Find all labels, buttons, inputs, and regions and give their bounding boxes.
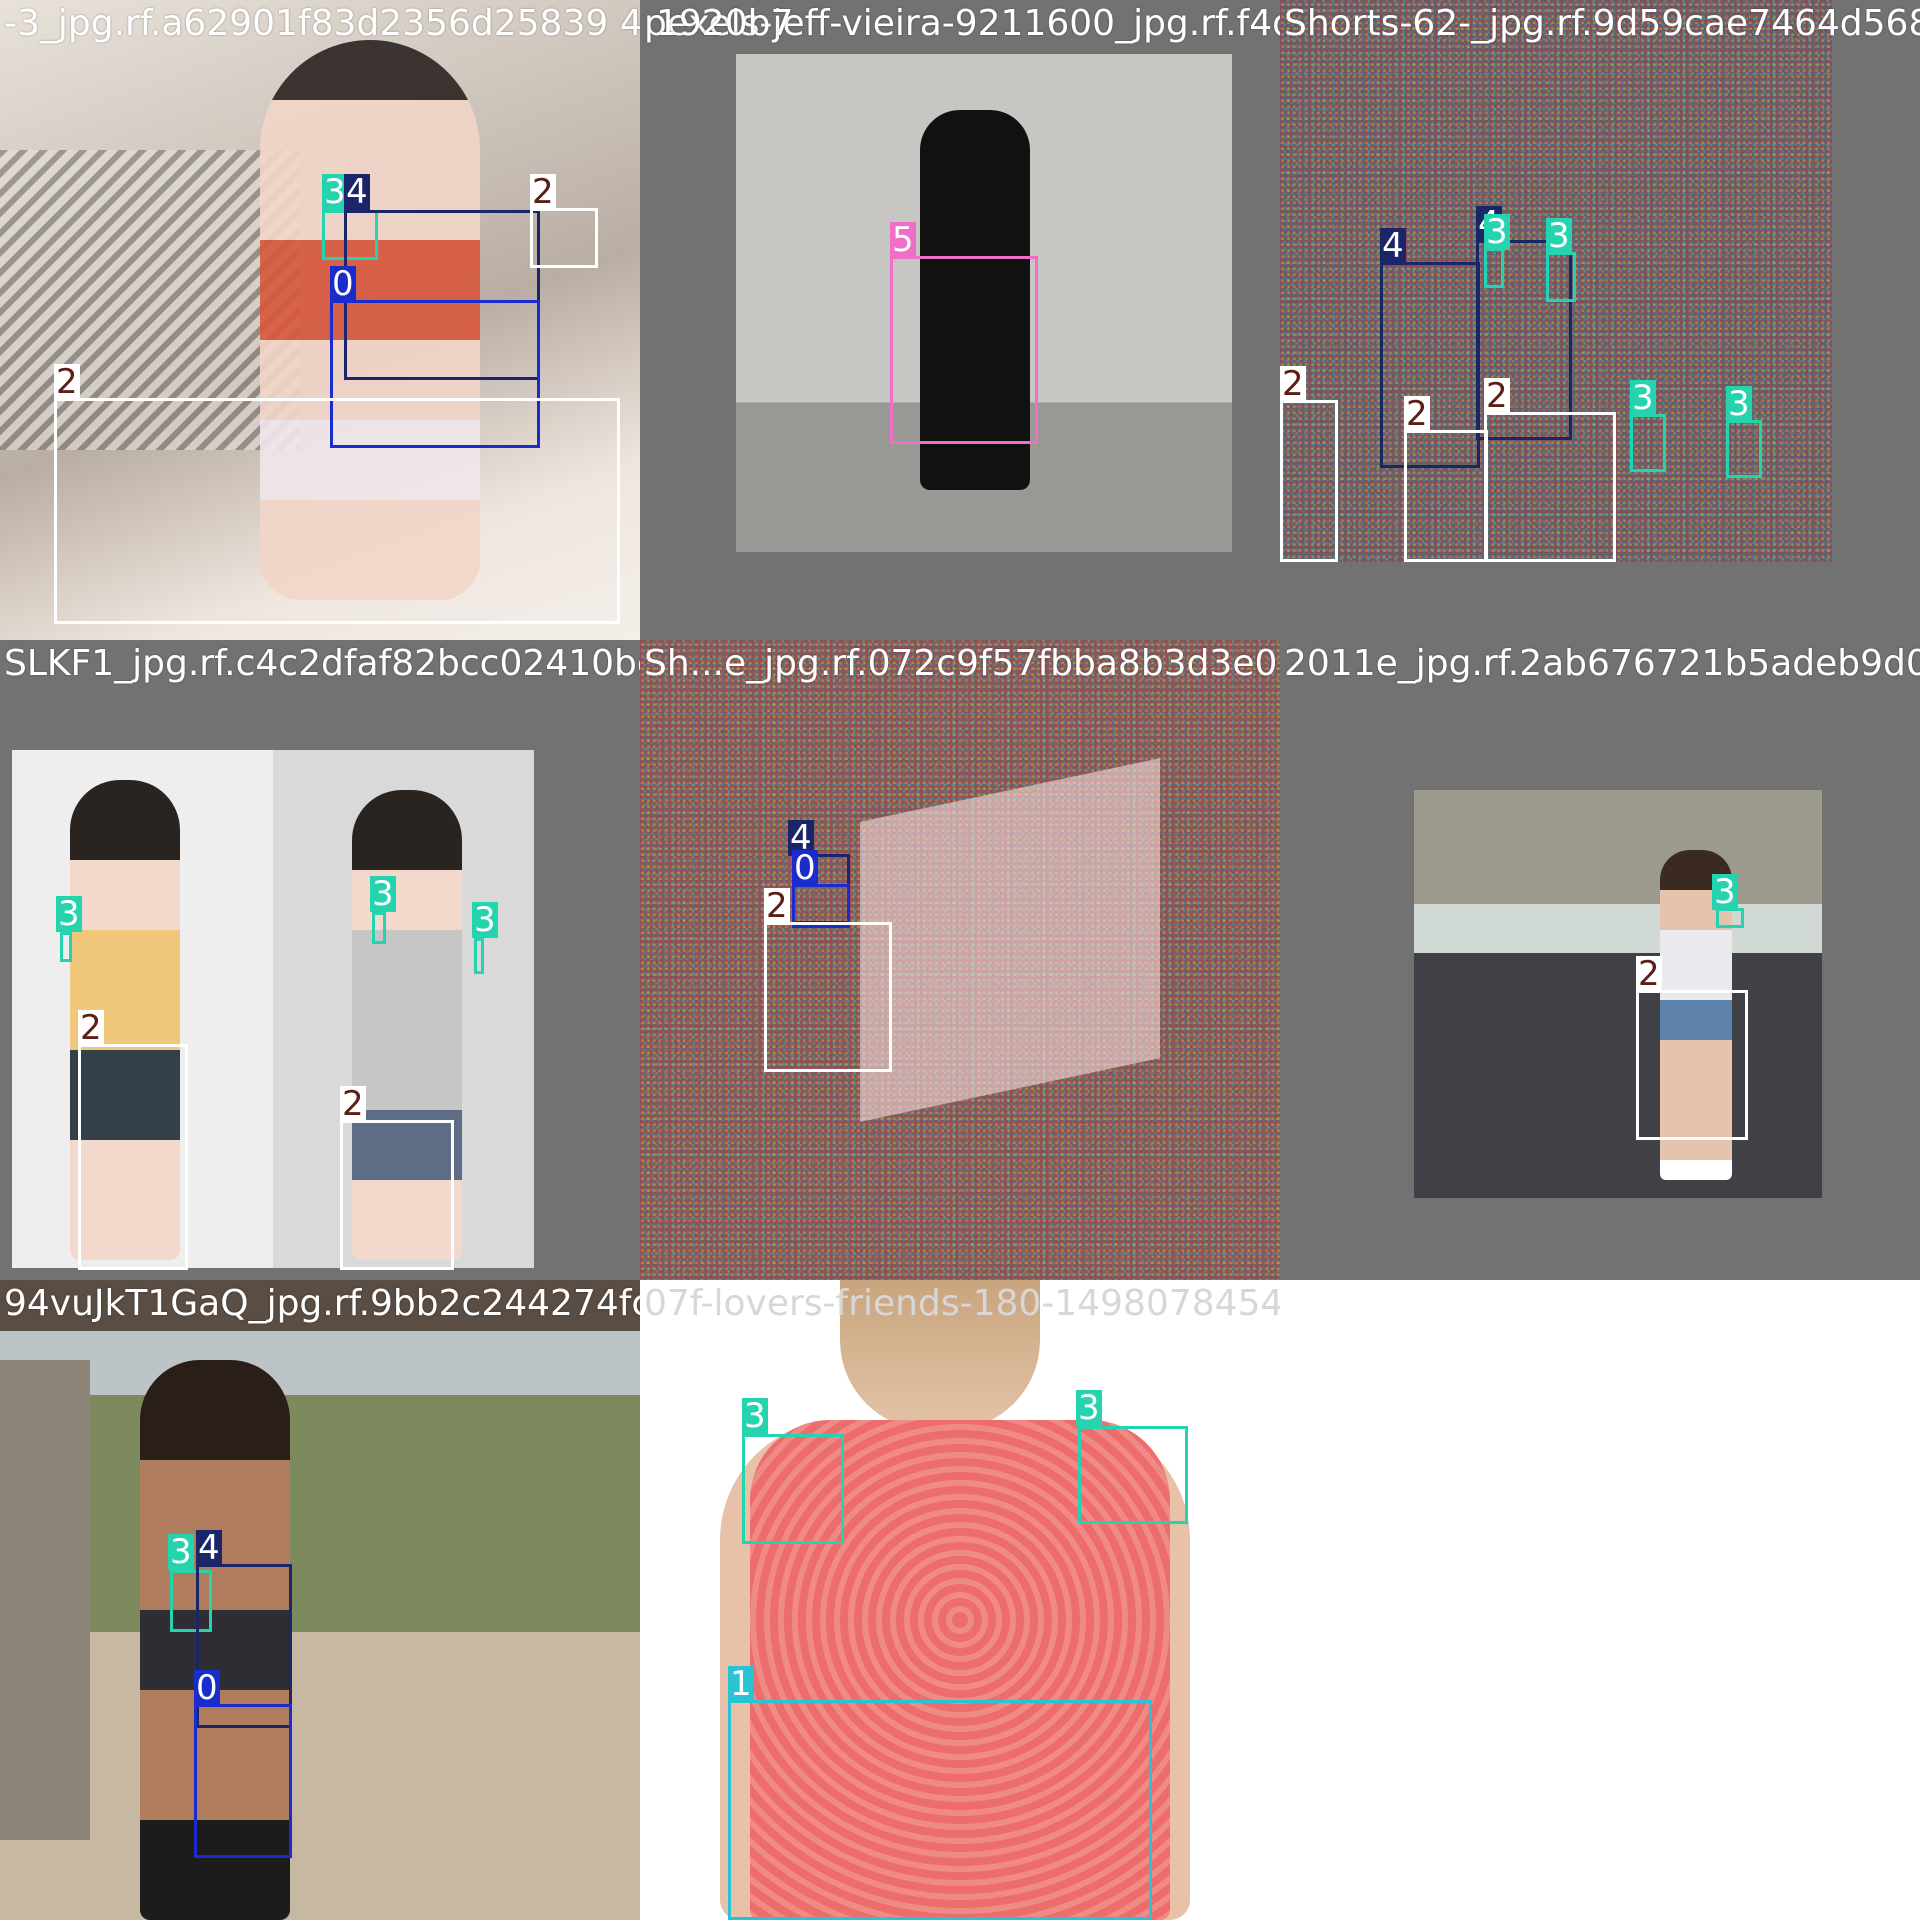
bbox-class-2 xyxy=(78,1044,188,1270)
tile-8: 3 3 1 07f-lovers-friends-180-1498078454_… xyxy=(640,1280,1280,1920)
bbox-class-3 xyxy=(1726,420,1762,478)
bbox-class-3 xyxy=(1078,1426,1188,1524)
photo xyxy=(1414,790,1822,1198)
bbox-class-3 xyxy=(1546,252,1576,302)
tile-5: 4 0 2 Sh...e_jpg.rf.072c9f57fbba8b3d3e0 xyxy=(640,640,1280,1280)
bbox-class-3 xyxy=(60,932,72,962)
photo xyxy=(0,1280,640,1920)
bbox-label: 3 xyxy=(472,900,498,940)
detection-mosaic: 3 4 2 0 2 -3_jpg.rf.a62901f83d2356d25839… xyxy=(0,0,1920,1920)
bbox-label: 3 xyxy=(1546,216,1572,256)
bbox-label: 2 xyxy=(1484,376,1510,416)
bbox-label: 2 xyxy=(1280,364,1306,404)
bbox-class-2 xyxy=(1280,400,1338,562)
bbox-class-5 xyxy=(890,256,1038,444)
bbox-label: 3 xyxy=(1630,378,1656,418)
tile-2: 5 pexels-jeff-vieira-9211600_jpg.rf.f4d0… xyxy=(640,0,1280,640)
bbox-class-3 xyxy=(1484,248,1504,288)
tile-3: 4 4 3 3 2 2 2 3 3 Shorts-62-_jpg.rf.9d59… xyxy=(1280,0,1920,640)
bbox-label: 2 xyxy=(1636,954,1662,994)
bbox-class-3 xyxy=(742,1434,844,1544)
bbox-class-3 xyxy=(1630,414,1666,472)
bbox-label: 4 xyxy=(196,1528,222,1568)
pillar xyxy=(0,1360,90,1840)
bbox-label: 2 xyxy=(530,172,556,212)
bbox-label: 3 xyxy=(1712,872,1738,912)
bbox-class-3 xyxy=(474,938,484,974)
bbox-label: 3 xyxy=(168,1532,194,1572)
bbox-class-2 xyxy=(764,922,892,1072)
bbox-label: 4 xyxy=(1380,226,1406,266)
tile-4: 3 3 3 2 2 SLKF1_jpg.rf.c4c2dfaf82bcc0241… xyxy=(0,640,640,1280)
bbox-label: 3 xyxy=(56,894,82,934)
bbox-label: 5 xyxy=(890,220,916,260)
bbox-class-2 xyxy=(54,398,620,624)
bbox-label: 2 xyxy=(54,362,80,402)
bbox-class-2 xyxy=(1636,990,1748,1140)
tile-1: 3 4 2 0 2 -3_jpg.rf.a62901f83d2356d25839… xyxy=(0,0,640,640)
bbox-label: 4 xyxy=(344,172,370,212)
bbox-class-3 xyxy=(372,912,386,944)
bbox-class-2 xyxy=(340,1120,454,1270)
bbox-label: 3 xyxy=(1484,212,1510,252)
bbox-class-2 xyxy=(530,208,598,268)
bbox-label: 3 xyxy=(370,874,396,914)
bbox-label: 2 xyxy=(78,1008,104,1048)
bbox-label: 0 xyxy=(194,1668,220,1708)
bbox-class-0 xyxy=(194,1704,292,1858)
tile-7: 3 4 0 94vuJkT1GaQ_jpg.rf.9bb2c244274fc55… xyxy=(0,1280,640,1920)
bbox-label: 3 xyxy=(1076,1388,1102,1428)
bbox-class-2 xyxy=(1484,412,1616,562)
tile-empty xyxy=(1280,1280,1920,1920)
bright-wall xyxy=(860,758,1160,1122)
tile-6: 3 2 2011e_jpg.rf.2ab676721b5adeb9d0046 xyxy=(1280,640,1920,1280)
bbox-label: 3 xyxy=(742,1396,768,1436)
bbox-label: 1 xyxy=(728,1664,754,1704)
bbox-class-2 xyxy=(1404,430,1488,562)
bbox-label: 0 xyxy=(330,264,356,304)
bbox-label: 3 xyxy=(1726,384,1752,424)
bbox-label: 0 xyxy=(792,848,818,888)
bbox-class-1 xyxy=(728,1700,1152,1920)
bbox-label: 2 xyxy=(340,1084,366,1124)
bbox-label: 2 xyxy=(1404,394,1430,434)
bbox-label: 2 xyxy=(764,886,790,926)
